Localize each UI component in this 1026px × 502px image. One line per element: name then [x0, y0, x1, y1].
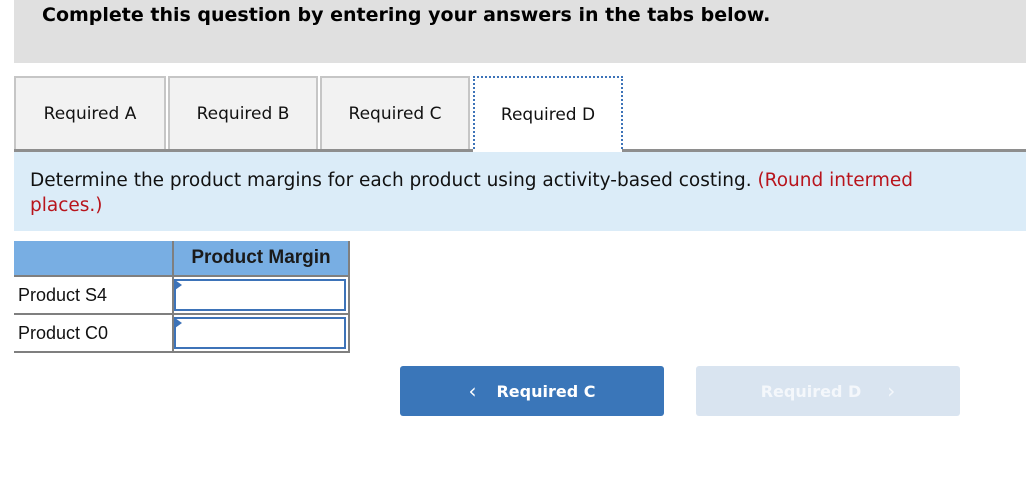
product-margin-table: Product Margin Product S4 Product C0 [14, 241, 350, 353]
input-cell [173, 313, 350, 353]
table-row: Product C0 [14, 313, 350, 353]
row-label-product-s4: Product S4 [14, 275, 174, 314]
input-marker-icon [175, 280, 182, 290]
instruction-text: Determine the product margins for each p… [30, 168, 1026, 218]
question-instruction: Determine the product margins for each p… [14, 152, 1026, 231]
header-instruction: Complete this question by entering your … [42, 4, 771, 26]
tab-required-c[interactable]: Required C [320, 76, 470, 150]
tab-required-b[interactable]: Required B [168, 76, 318, 150]
previous-required-c-button[interactable]: ‹ Required C [400, 366, 664, 416]
row-label-product-c0: Product C0 [14, 313, 174, 353]
rounding-note: (Round intermed [757, 170, 914, 191]
question-text: Determine the product margins for each p… [30, 170, 752, 191]
chevron-left-icon: ‹ [468, 379, 477, 403]
chevron-right-icon: › [887, 379, 896, 403]
rounding-note-continued: places.) [30, 195, 103, 216]
next-button-label: Required D [760, 381, 862, 401]
product-c0-margin-input[interactable] [174, 317, 346, 349]
input-marker-icon [175, 318, 182, 328]
column-header-product-margin: Product Margin [173, 241, 350, 276]
column-header-blank [14, 241, 174, 276]
question-header: Complete this question by entering your … [14, 0, 1026, 63]
next-required-d-button[interactable]: Required D › [696, 366, 960, 416]
table-header-row: Product Margin [14, 241, 350, 276]
tab-required-a[interactable]: Required A [14, 76, 166, 150]
product-s4-margin-input[interactable] [174, 279, 346, 311]
tab-required-d[interactable]: Required D [473, 76, 623, 152]
table-row: Product S4 [14, 275, 350, 314]
input-cell [173, 275, 350, 314]
prev-button-label: Required C [496, 381, 596, 401]
